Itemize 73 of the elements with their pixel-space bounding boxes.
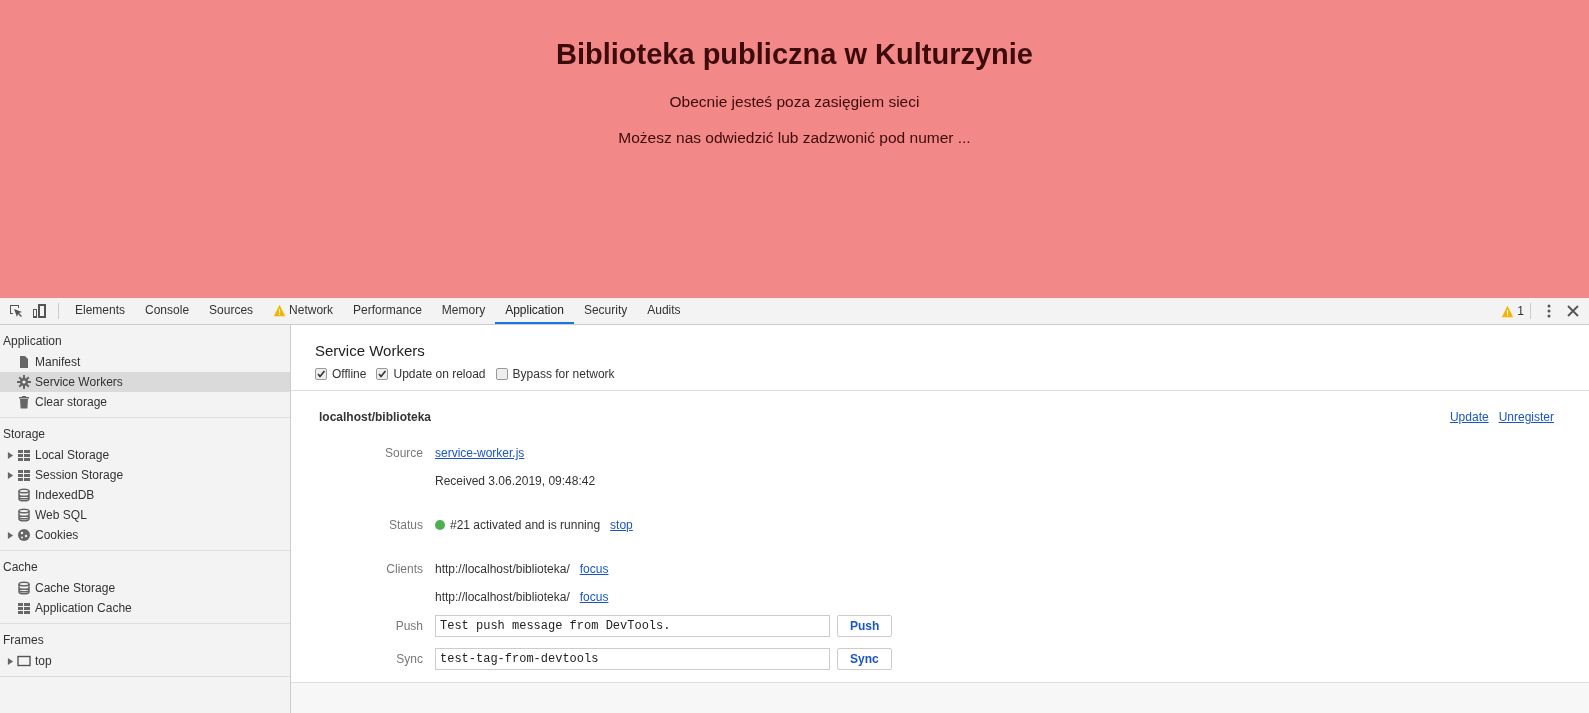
sidebar-item[interactable]: Clear storage <box>0 392 290 412</box>
database-icon <box>17 508 31 522</box>
file-icon <box>17 355 31 369</box>
sidebar-item[interactable]: Service Workers <box>0 372 290 392</box>
option-checkbox[interactable]: Offline <box>315 367 367 381</box>
sidebar-item[interactable]: IndexedDB <box>0 485 290 505</box>
worker-action-link[interactable]: Unregister <box>1498 410 1554 424</box>
trash-icon <box>17 395 31 409</box>
checkbox[interactable] <box>315 368 327 380</box>
sync-button[interactable]: Sync <box>837 648 892 670</box>
inspect-icon[interactable] <box>8 303 24 319</box>
page-text: Możesz nas odwiedzić lub zadzwonić pod numer ... <box>618 129 971 147</box>
field-label: Sync <box>395 652 423 666</box>
warning-icon <box>1501 304 1515 318</box>
collapsed-triangle-icon[interactable] <box>7 531 14 539</box>
checkbox[interactable] <box>376 368 389 380</box>
sidebar-item[interactable]: Manifest <box>0 352 290 372</box>
push-message-field[interactable]: Test push message from DevTools. <box>435 615 830 637</box>
stop-link[interactable]: stop <box>610 518 633 532</box>
sidebar-item[interactable]: Web SQL <box>0 505 290 525</box>
frame-icon <box>17 654 31 668</box>
received-time: Received 3.06.2019, 09:48:42 <box>435 474 597 488</box>
push-button[interactable]: Push <box>837 615 893 637</box>
worker-action-link[interactable]: Update <box>1449 410 1489 424</box>
page-text: Obecnie jesteś poza zasięgiem sieci <box>669 93 920 111</box>
sidebar-item[interactable]: Cache Storage <box>0 578 290 598</box>
sidebar-item[interactable]: Session Storage <box>0 465 290 485</box>
tab[interactable]: Memory <box>431 298 496 324</box>
tab[interactable]: Performance <box>343 298 432 324</box>
option-checkbox[interactable]: Bypass for network <box>495 367 615 381</box>
cookie-icon <box>17 528 31 542</box>
panel-title: Service Workers <box>315 342 426 359</box>
field-label: Source <box>383 446 423 460</box>
sidebar-heading: Application <box>2 333 63 350</box>
client-url: http://localhost/biblioteka/ <box>435 562 570 576</box>
close-icon[interactable] <box>1565 303 1581 319</box>
grid-icon <box>17 448 31 462</box>
tab[interactable]: Network <box>263 298 344 324</box>
field-label: Status <box>387 518 423 532</box>
worker-scope: localhost/biblioteka <box>319 410 432 424</box>
page-title: Biblioteka publiczna w Kulturzynie <box>556 38 1033 71</box>
field-label: Push <box>394 619 423 633</box>
collapsed-triangle-icon[interactable] <box>7 657 14 665</box>
database-icon <box>17 581 31 595</box>
field-label: Clients <box>385 562 423 576</box>
checkbox[interactable] <box>495 368 508 380</box>
settings-icon <box>17 375 31 389</box>
grid-icon <box>17 468 31 482</box>
device-icon[interactable] <box>32 303 48 319</box>
collapsed-triangle-icon[interactable] <box>7 451 14 459</box>
tab[interactable]: Console <box>135 298 200 324</box>
option-checkbox[interactable]: Update on reload <box>376 367 486 381</box>
database-icon <box>17 488 31 502</box>
sidebar-item[interactable]: Cookies <box>0 525 290 545</box>
sidebar-item[interactable]: Application Cache <box>0 598 290 618</box>
sidebar-heading: Cache <box>2 559 39 576</box>
focus-link[interactable]: focus <box>579 590 609 604</box>
status-text: #21 activated and is running <box>450 518 601 532</box>
sidebar-item[interactable]: Local Storage <box>0 445 290 465</box>
sync-tag-field[interactable]: test-tag-from-devtools <box>435 648 830 670</box>
grid-icon <box>17 601 31 615</box>
tab[interactable]: Security <box>573 298 638 324</box>
source-file-link[interactable]: service-worker.js <box>435 446 525 460</box>
tab[interactable]: Audits <box>637 298 691 324</box>
sidebar-item[interactable]: top <box>0 651 290 671</box>
collapsed-triangle-icon[interactable] <box>7 471 14 479</box>
focus-link[interactable]: focus <box>579 562 609 576</box>
sidebar-heading: Frames <box>2 632 45 649</box>
client-url: http://localhost/biblioteka/ <box>435 590 570 604</box>
tab[interactable]: Sources <box>199 298 264 324</box>
sidebar-heading: Storage <box>2 426 47 443</box>
warning-count[interactable]: 1 <box>1517 304 1524 318</box>
tab[interactable]: Elements <box>65 298 136 324</box>
